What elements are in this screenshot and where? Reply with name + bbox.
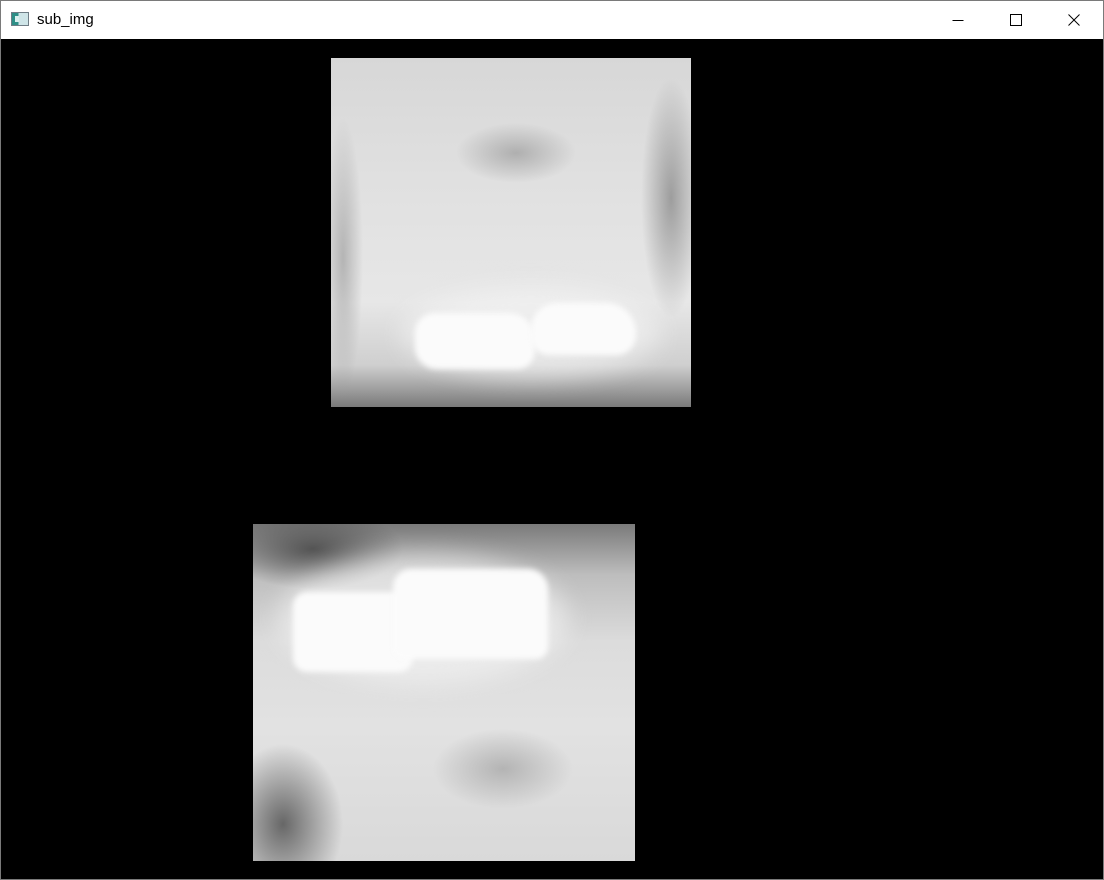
maximize-button[interactable]	[987, 1, 1045, 39]
close-icon	[1068, 14, 1080, 26]
dental-xray-lower	[253, 524, 635, 861]
app-window: sub_img	[0, 0, 1104, 880]
app-icon	[11, 12, 29, 26]
title-bar[interactable]: sub_img	[1, 1, 1103, 39]
dental-filling	[393, 569, 548, 659]
close-button[interactable]	[1045, 1, 1103, 39]
dental-xray-upper	[331, 58, 691, 407]
minimize-icon	[952, 20, 964, 21]
maximize-icon	[1010, 14, 1022, 26]
dental-filling	[415, 313, 535, 369]
minimize-button[interactable]	[929, 1, 987, 39]
window-title: sub_img	[37, 11, 94, 28]
image-canvas	[1, 39, 1103, 879]
dental-filling	[531, 303, 636, 355]
